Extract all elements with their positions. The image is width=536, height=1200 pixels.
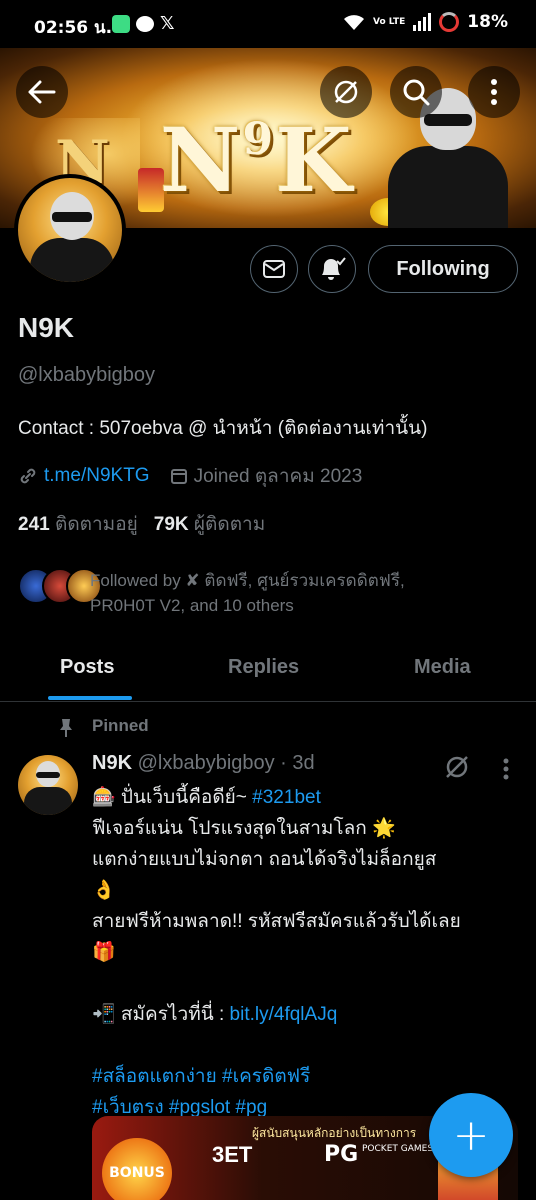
battery-percent: 18% xyxy=(467,12,508,32)
status-time: 02:56 น. xyxy=(34,18,113,38)
profile-bio: Contact : 507oebva @ นำหน้า (ติดต่องานเท… xyxy=(18,418,428,439)
joined-date: Joined ตุลาคม 2023 xyxy=(193,466,363,487)
wifi-icon xyxy=(343,15,364,30)
grok-button[interactable] xyxy=(320,66,372,118)
chat-app-icon xyxy=(136,15,154,32)
compose-post-button[interactable]: + xyxy=(429,1093,513,1177)
following-stat[interactable]: 241 ติดตามอยู่ xyxy=(18,509,138,539)
profile-meta: t.me/N9KTG Joined ตุลาคม 2023 xyxy=(18,461,362,491)
active-tab-indicator xyxy=(48,696,132,700)
post-text: 🎰 ปั่นเว็บนี้คือดีย์~ #321bet ฟีเจอร์แน่… xyxy=(92,782,522,1123)
follow-stats: 241 ติดตามอยู่ 79K ผู้ติดตาม xyxy=(18,509,265,539)
bell-check-icon xyxy=(322,257,346,280)
pg-logo: PG xyxy=(324,1142,359,1167)
back-button[interactable] xyxy=(16,66,68,118)
link-icon xyxy=(20,468,36,484)
sponsor-text: ผู้สนับสนุนหลักอย่างเป็นทางการ xyxy=(252,1126,417,1140)
search-icon xyxy=(403,79,430,106)
calendar-icon xyxy=(170,469,187,484)
profile-name: N9K xyxy=(18,312,75,343)
followed-by-avatars[interactable] xyxy=(18,568,102,604)
tab-replies[interactable]: Replies xyxy=(228,656,299,679)
profile-avatar[interactable] xyxy=(14,174,126,286)
post-header: N9K @lxbabybigboy · 3d xyxy=(92,752,315,775)
hashtags-line[interactable]: #สล็อตแตกง่าย #เครดิตฟรี xyxy=(92,1061,522,1092)
messages-app-icon xyxy=(112,14,130,33)
bonus-badge: BONUS xyxy=(102,1138,172,1200)
profile-link[interactable]: t.me/N9KTG xyxy=(44,465,150,487)
hashtag-link[interactable]: #321bet xyxy=(252,787,321,808)
pin-icon xyxy=(60,719,72,737)
x-app-icon: 𝕏 xyxy=(160,13,175,34)
back-arrow-icon xyxy=(28,80,56,104)
more-options-button[interactable] xyxy=(468,66,520,118)
message-button[interactable] xyxy=(250,245,298,293)
tab-posts[interactable]: Posts xyxy=(60,656,114,679)
status-bar: 02:56 น. 𝕏 Vo LTE 18% xyxy=(0,0,536,48)
post-more-icon[interactable] xyxy=(502,758,510,780)
signal-icon xyxy=(413,13,432,31)
post-grok-icon[interactable] xyxy=(444,754,470,780)
followers-stat[interactable]: 79K ผู้ติดตาม xyxy=(154,509,265,539)
brand-logo: 3ET xyxy=(212,1142,253,1167)
following-button[interactable]: Following xyxy=(368,245,518,293)
post-author-name[interactable]: N9K xyxy=(92,752,132,774)
more-vertical-icon xyxy=(491,79,497,105)
followed-by-text[interactable]: Followed by ✘ ติดฟรี, ศูนย์รวมเครดดิตฟรี… xyxy=(90,568,510,618)
envelope-icon xyxy=(263,260,285,278)
post-author-meta: @lxbabybigboy · 3d xyxy=(137,752,315,774)
tab-media[interactable]: Media xyxy=(414,656,471,679)
notifications-button[interactable] xyxy=(308,245,356,293)
profile-tabs: Posts Replies Media xyxy=(0,640,536,702)
notification-icons: 𝕏 xyxy=(112,13,175,34)
pinned-label: Pinned xyxy=(92,716,149,735)
grok-icon xyxy=(334,80,358,104)
battery-icon xyxy=(439,12,460,32)
banner-logo: N9K xyxy=(160,108,354,212)
profile-handle: @lxbabybigboy xyxy=(18,364,156,386)
volte-indicator: Vo LTE xyxy=(372,16,406,27)
post-url-link[interactable]: bit.ly/4fqlAJq xyxy=(230,1004,338,1025)
post-author-avatar[interactable] xyxy=(18,755,78,815)
search-button[interactable] xyxy=(390,66,442,118)
system-icons: Vo LTE 18% xyxy=(343,12,508,32)
